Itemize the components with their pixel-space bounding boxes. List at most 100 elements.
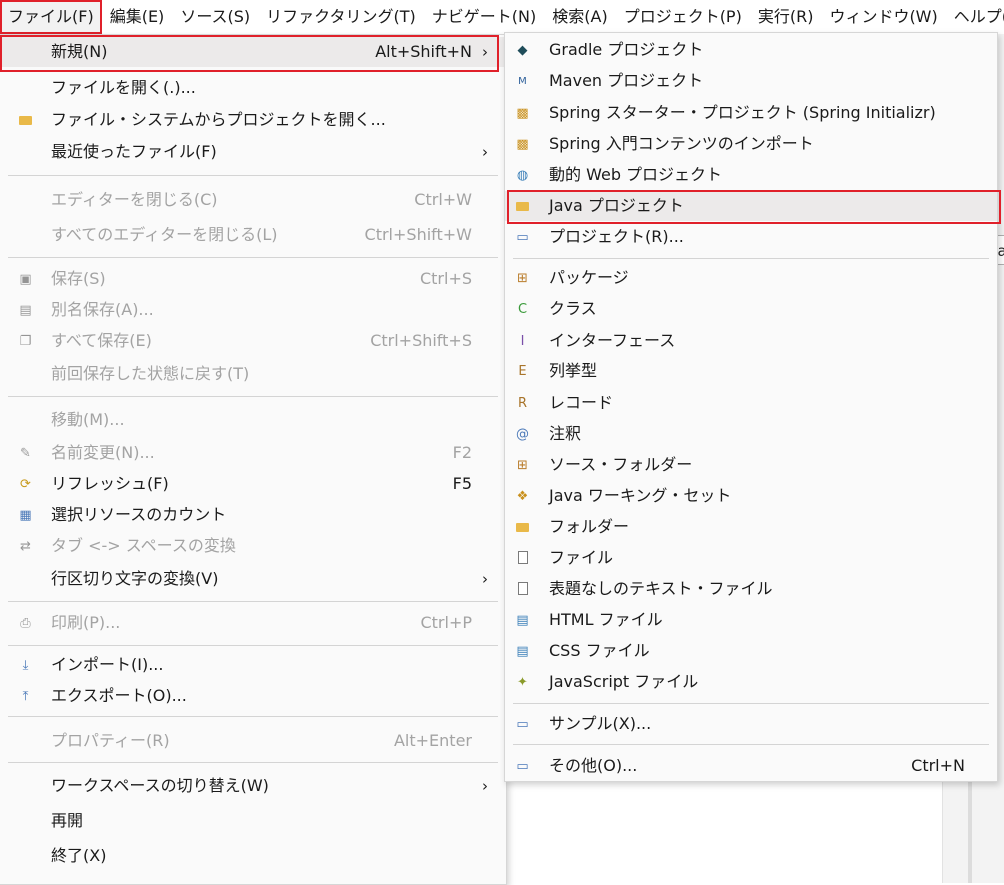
menu-item-new[interactable]: 新規(N) Alt+Shift+N › (0, 37, 506, 67)
submenu-item-spring-guide[interactable]: ▩ Spring 入門コンテンツのインポート (505, 129, 997, 159)
html-file-icon: ▤ (516, 613, 529, 628)
menu-item-rename[interactable]: ✎ 名前変更(N)... F2 (0, 438, 506, 468)
separator (8, 601, 498, 602)
submenu-item-dynamic-web[interactable]: ◍ 動的 Web プロジェクト (505, 160, 997, 190)
menu-item-count[interactable]: ▦ 選択リソースのカウント (0, 500, 506, 530)
separator (8, 716, 498, 717)
menu-file[interactable]: ファイル(F) (0, 0, 102, 34)
menu-item-close-all[interactable]: すべてのエディターを閉じる(L) Ctrl+Shift+W (0, 220, 506, 250)
menu-edit[interactable]: 編集(E) (102, 0, 173, 34)
menu-run[interactable]: 実行(R) (750, 0, 822, 34)
sample-icon: ▭ (516, 717, 529, 732)
source-folder-icon: ⊞ (517, 458, 528, 473)
submenu-item-package[interactable]: ⊞ パッケージ (505, 263, 997, 293)
submenu-item-sample[interactable]: ▭ サンプル(X)... (505, 709, 997, 739)
menu-item-move[interactable]: 移動(M)... (0, 405, 506, 435)
save-all-icon: ❐ (19, 334, 32, 349)
new-submenu: ◆ Gradle プロジェクト M Maven プロジェクト ▩ Spring … (504, 32, 1001, 782)
javascript-file-icon: ✦ (517, 675, 528, 690)
submenu-item-file[interactable]: ファイル (505, 543, 997, 573)
file-icon (515, 551, 530, 566)
submenu-item-working-set[interactable]: ❖ Java ワーキング・セット (505, 481, 997, 511)
submenu-item-maven[interactable]: M Maven プロジェクト (505, 66, 997, 96)
submenu-item-html-file[interactable]: ▤ HTML ファイル (505, 605, 997, 635)
shortcut: Ctrl+P (420, 613, 472, 632)
class-icon: C (517, 302, 528, 317)
file-menu: 新規(N) Alt+Shift+N › ファイルを開く(.)... ファイル・シ… (0, 34, 507, 885)
separator (8, 645, 498, 646)
menu-item-print[interactable]: ⎙ 印刷(P)... Ctrl+P (0, 608, 506, 638)
menu-refactor[interactable]: リファクタリング(T) (258, 0, 424, 34)
menu-search[interactable]: 検索(A) (544, 0, 615, 34)
menu-item-label: 再開 (51, 811, 84, 830)
menu-item-switch-workspace[interactable]: ワークスペースの切り替え(W) › (0, 771, 506, 801)
chevron-right-icon: › (482, 143, 488, 161)
menu-item-label: 前回保存した状態に戻す(T) (51, 364, 250, 383)
submenu-item-js-file[interactable]: ✦ JavaScript ファイル (505, 667, 997, 697)
new-project-icon: ▭ (516, 230, 529, 245)
menu-item-label: サンプル(X)... (549, 714, 652, 733)
gradle-icon: ◆ (517, 43, 528, 58)
menu-item-open-file[interactable]: ファイルを開く(.)... (0, 73, 506, 103)
menu-item-properties[interactable]: プロパティー(R) Alt+Enter (0, 726, 506, 756)
menu-item-recent[interactable]: 最近使ったファイル(F) › (0, 137, 506, 167)
submenu-item-gradle[interactable]: ◆ Gradle プロジェクト (505, 35, 997, 65)
menu-item-restart[interactable]: 再開 (0, 806, 506, 836)
separator (513, 258, 989, 259)
shortcut: Ctrl+Shift+W (364, 225, 472, 244)
submenu-item-css-file[interactable]: ▤ CSS ファイル (505, 636, 997, 666)
separator (8, 175, 498, 176)
separator (8, 396, 498, 397)
submenu-item-java-project[interactable]: Java プロジェクト (505, 191, 997, 221)
menu-help[interactable]: ヘルプ(H) (946, 0, 1004, 34)
menu-project[interactable]: プロジェクト(P) (616, 0, 750, 34)
menu-item-label: プロパティー(R) (51, 731, 170, 750)
separator (8, 257, 498, 258)
menu-item-label: すべて保存(E) (51, 331, 152, 350)
submenu-item-folder[interactable]: フォルダー (505, 512, 997, 542)
convert-icon: ⇄ (20, 539, 31, 554)
menu-item-label: 列挙型 (549, 361, 598, 380)
submenu-item-annotation[interactable]: @ 注釈 (505, 419, 997, 449)
submenu-item-other[interactable]: ▭ その他(O)... Ctrl+N (505, 751, 997, 781)
print-icon: ⎙ (20, 616, 31, 631)
shortcut: F5 (452, 474, 472, 493)
submenu-item-enum[interactable]: E 列挙型 (505, 356, 997, 386)
submenu-item-spring-starter[interactable]: ▩ Spring スターター・プロジェクト (Spring Initializr… (505, 98, 997, 128)
menu-item-revert[interactable]: 前回保存した状態に戻す(T) (0, 359, 506, 389)
menu-item-refresh[interactable]: ⟳ リフレッシュ(F) F5 (0, 469, 506, 499)
menu-item-tabs-spaces[interactable]: ⇄ タブ <-> スペースの変換 (0, 531, 506, 561)
shortcut: Alt+Shift+N (375, 42, 472, 61)
menu-item-line-delim[interactable]: 行区切り文字の変換(V) › (0, 564, 506, 594)
refresh-icon: ⟳ (20, 477, 31, 492)
menu-item-label: フォルダー (549, 517, 630, 536)
menu-item-save[interactable]: ▣ 保存(S) Ctrl+S (0, 264, 506, 294)
menu-item-close-editor[interactable]: エディターを閉じる(C) Ctrl+W (0, 185, 506, 215)
submenu-item-class[interactable]: C クラス (505, 294, 997, 324)
submenu-item-project[interactable]: ▭ プロジェクト(R)... (505, 222, 997, 252)
menu-item-label: その他(O)... (549, 756, 638, 775)
menu-item-export[interactable]: ⤒ エクスポート(O)... (0, 681, 506, 711)
folder-icon (515, 520, 530, 535)
menu-navigate[interactable]: ナビゲート(N) (424, 0, 544, 34)
menu-item-label: 終了(X) (51, 846, 107, 865)
submenu-item-source-folder[interactable]: ⊞ ソース・フォルダー (505, 450, 997, 480)
submenu-item-untitled-text[interactable]: 表題なしのテキスト・ファイル (505, 574, 997, 604)
interface-icon: I (520, 334, 525, 349)
menu-item-label: エクスポート(O)... (51, 686, 187, 705)
spring-icon: ▩ (516, 106, 529, 121)
spring-guide-icon: ▩ (516, 137, 529, 152)
menu-item-exit[interactable]: 終了(X) (0, 841, 506, 871)
menu-item-save-all[interactable]: ❐ すべて保存(E) Ctrl+Shift+S (0, 326, 506, 356)
menu-item-import[interactable]: ⤓ インポート(I)... (0, 650, 506, 680)
menu-item-label: ファイル・システムからプロジェクトを開く... (51, 110, 386, 129)
menu-item-label: エディターを閉じる(C) (51, 190, 218, 209)
menu-item-open-fs[interactable]: ファイル・システムからプロジェクトを開く... (0, 105, 506, 135)
export-icon: ⤒ (22, 689, 29, 704)
menu-item-save-as[interactable]: ▤ 別名保存(A)... (0, 295, 506, 325)
submenu-item-record[interactable]: R レコード (505, 388, 997, 418)
submenu-item-interface[interactable]: I インターフェース (505, 326, 997, 356)
menu-window[interactable]: ウィンドウ(W) (821, 0, 945, 34)
menu-source[interactable]: ソース(S) (172, 0, 258, 34)
menu-item-label: プロジェクト(R)... (549, 227, 684, 246)
